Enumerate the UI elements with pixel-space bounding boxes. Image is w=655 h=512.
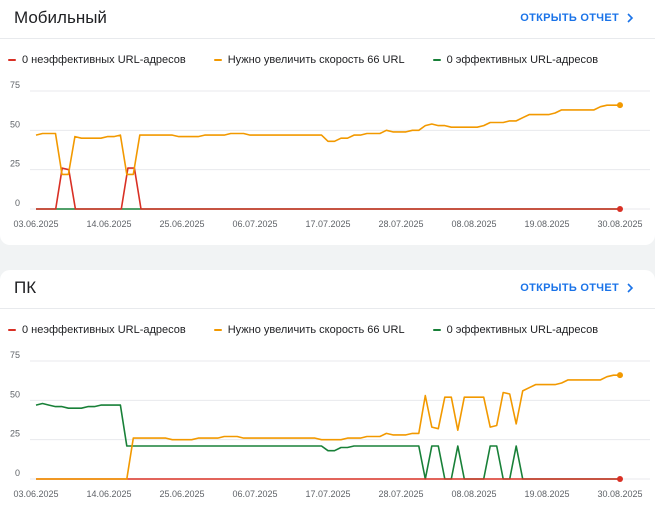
series-end-point[interactable] [617, 372, 623, 379]
series-line-green[interactable] [35, 402, 620, 480]
pc-line-chart: 0 25 50 75 03.06.2025 14.06.2025 25.06.2025 06.… [10, 350, 650, 499]
y-tick-label: 75 [10, 350, 20, 360]
series-end-point[interactable] [617, 206, 623, 212]
mobile-line-chart: 0 25 50 75 03.06.2025 14.06.2025 25.06.2025 06.… [10, 80, 650, 229]
y-tick-label: 75 [10, 80, 20, 90]
legend-swatch-red [8, 329, 16, 331]
x-tick-label: 17.07.2025 [305, 489, 350, 499]
legend-swatch-green [432, 329, 441, 331]
legend-label: Нужно увеличить скорость 66 URL [227, 324, 405, 336]
x-tick-label: 25.06.2025 [159, 489, 204, 499]
x-tick-label: 28.07.2025 [378, 489, 423, 499]
legend-swatch-green [432, 59, 441, 61]
y-tick-label: 50 [10, 389, 20, 399]
legend-label: 0 неэффективных URL-адресов [22, 54, 186, 66]
x-tick-label: 06.07.2025 [232, 219, 277, 229]
card-title: Мобильный [14, 8, 107, 27]
legend-item[interactable]: 0 эффективных URL-адресов [432, 324, 599, 336]
x-tick-label: 30.08.2025 [597, 489, 642, 499]
x-tick-label: 03.06.2025 [13, 219, 58, 229]
pc-report-card: ПК ОТКРЫТЬ ОТЧЕТ 0 неэффективных URL-адр… [0, 270, 655, 512]
x-tick-label: 06.07.2025 [232, 489, 277, 499]
legend-item[interactable]: Нужно увеличить скорость 66 URL [213, 324, 405, 336]
chart-legend: 0 неэффективных URL-адресов Нужно увелич… [8, 54, 626, 66]
legend-label: 0 эффективных URL-адресов [446, 324, 599, 336]
series-end-point[interactable] [617, 476, 623, 482]
x-tick-label: 19.08.2025 [524, 219, 569, 229]
open-report-link[interactable]: ОТКРЫТЬ ОТЧЕТ [520, 12, 635, 24]
chevron-right-icon [627, 283, 634, 293]
chart-legend: 0 неэффективных URL-адресов Нужно увелич… [8, 324, 626, 336]
x-tick-label: 03.06.2025 [13, 489, 58, 499]
x-tick-label: 17.07.2025 [305, 219, 350, 229]
card-title: ПК [14, 278, 37, 297]
legend-item[interactable]: 0 неэффективных URL-адресов [8, 324, 186, 336]
card-header: Мобильный ОТКРЫТЬ ОТЧЕТ [0, 0, 655, 39]
x-tick-label: 30.08.2025 [597, 219, 642, 229]
open-report-label: ОТКРЫТЬ ОТЧЕТ [520, 12, 619, 24]
x-tick-label: 14.06.2025 [86, 219, 131, 229]
x-tick-label: 08.08.2025 [451, 219, 496, 229]
x-tick-label: 19.08.2025 [524, 489, 569, 499]
y-tick-label: 25 [10, 429, 20, 439]
open-report-label: ОТКРЫТЬ ОТЧЕТ [520, 282, 619, 294]
y-tick-label: 0 [15, 198, 20, 208]
series-line-red[interactable] [36, 167, 620, 210]
card-header: ПК ОТКРЫТЬ ОТЧЕТ [0, 270, 655, 309]
legend-item[interactable]: 0 неэффективных URL-адресов [8, 54, 186, 66]
legend-label: 0 эффективных URL-адресов [446, 54, 599, 66]
legend-swatch-orange [213, 59, 222, 61]
x-tick-label: 25.06.2025 [159, 219, 204, 229]
mobile-report-card: Мобильный ОТКРЫТЬ ОТЧЕТ 0 неэффективных … [0, 0, 655, 245]
chevron-right-icon [627, 13, 634, 23]
y-tick-label: 50 [10, 119, 20, 129]
legend-item[interactable]: 0 эффективных URL-адресов [432, 54, 599, 66]
series-end-point[interactable] [617, 102, 623, 109]
legend-label: 0 неэффективных URL-адресов [22, 324, 186, 336]
x-tick-label: 08.08.2025 [451, 489, 496, 499]
x-tick-label: 14.06.2025 [86, 489, 131, 499]
x-tick-label: 28.07.2025 [378, 219, 423, 229]
legend-item[interactable]: Нужно увеличить скорость 66 URL [213, 54, 405, 66]
y-tick-label: 0 [15, 468, 20, 478]
open-report-link[interactable]: ОТКРЫТЬ ОТЧЕТ [520, 282, 635, 294]
legend-swatch-red [8, 59, 16, 61]
legend-label: Нужно увеличить скорость 66 URL [227, 54, 405, 66]
y-tick-label: 25 [10, 159, 20, 169]
legend-swatch-orange [213, 329, 222, 331]
series-line-orange[interactable] [35, 104, 620, 176]
